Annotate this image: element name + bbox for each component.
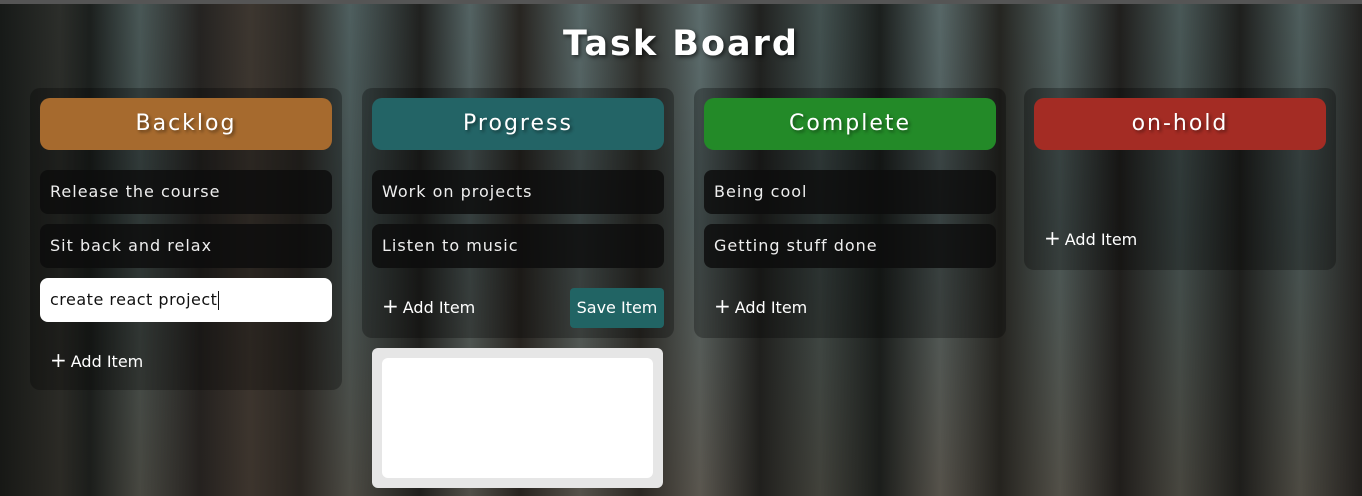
plus-icon: + <box>382 294 399 318</box>
plus-icon: + <box>50 348 67 372</box>
new-item-textarea[interactable] <box>372 348 663 488</box>
list-item[interactable]: Listen to music <box>372 224 664 268</box>
add-item-button[interactable]: + Add Item <box>50 346 143 374</box>
add-item-label: Add Item <box>1064 230 1138 249</box>
add-item-label: Add Item <box>70 352 144 371</box>
new-item-input-text: create react project <box>50 290 218 309</box>
column-backlog: Backlog Release the course Sit back and … <box>30 88 342 390</box>
list-item[interactable]: Release the course <box>40 170 332 214</box>
save-item-button[interactable]: Save Item <box>570 288 664 328</box>
list-item[interactable]: Work on projects <box>372 170 664 214</box>
add-item-button[interactable]: + Add Item <box>1044 224 1137 252</box>
add-item-label: Add Item <box>734 298 808 317</box>
page-title: Task Board <box>563 24 799 64</box>
list-item[interactable]: Being cool <box>704 170 996 214</box>
add-item-button[interactable]: + Add Item <box>714 292 807 320</box>
column-title: Progress <box>463 111 573 136</box>
plus-icon: + <box>1044 226 1061 250</box>
add-item-button[interactable]: + Add Item <box>382 292 475 320</box>
new-item-input[interactable]: create react project <box>40 278 332 322</box>
column-header-complete: Complete <box>704 98 996 150</box>
column-complete: Complete Being cool Getting stuff done +… <box>694 88 1006 338</box>
column-header-backlog: Backlog <box>40 98 332 150</box>
column-header-progress: Progress <box>372 98 664 150</box>
column-on-hold: on-hold + Add Item <box>1024 88 1336 270</box>
window-top-border <box>0 0 1362 4</box>
textarea-field[interactable] <box>382 358 653 478</box>
list-item[interactable]: Getting stuff done <box>704 224 996 268</box>
column-title: on-hold <box>1131 111 1229 136</box>
column-progress: Progress Work on projects Listen to musi… <box>362 88 674 338</box>
add-item-label: Add Item <box>402 298 476 317</box>
column-title: Backlog <box>135 111 237 136</box>
column-header-on-hold: on-hold <box>1034 98 1326 150</box>
plus-icon: + <box>714 294 731 318</box>
text-caret <box>218 291 220 310</box>
list-item[interactable]: Sit back and relax <box>40 224 332 268</box>
column-title: Complete <box>788 111 912 136</box>
